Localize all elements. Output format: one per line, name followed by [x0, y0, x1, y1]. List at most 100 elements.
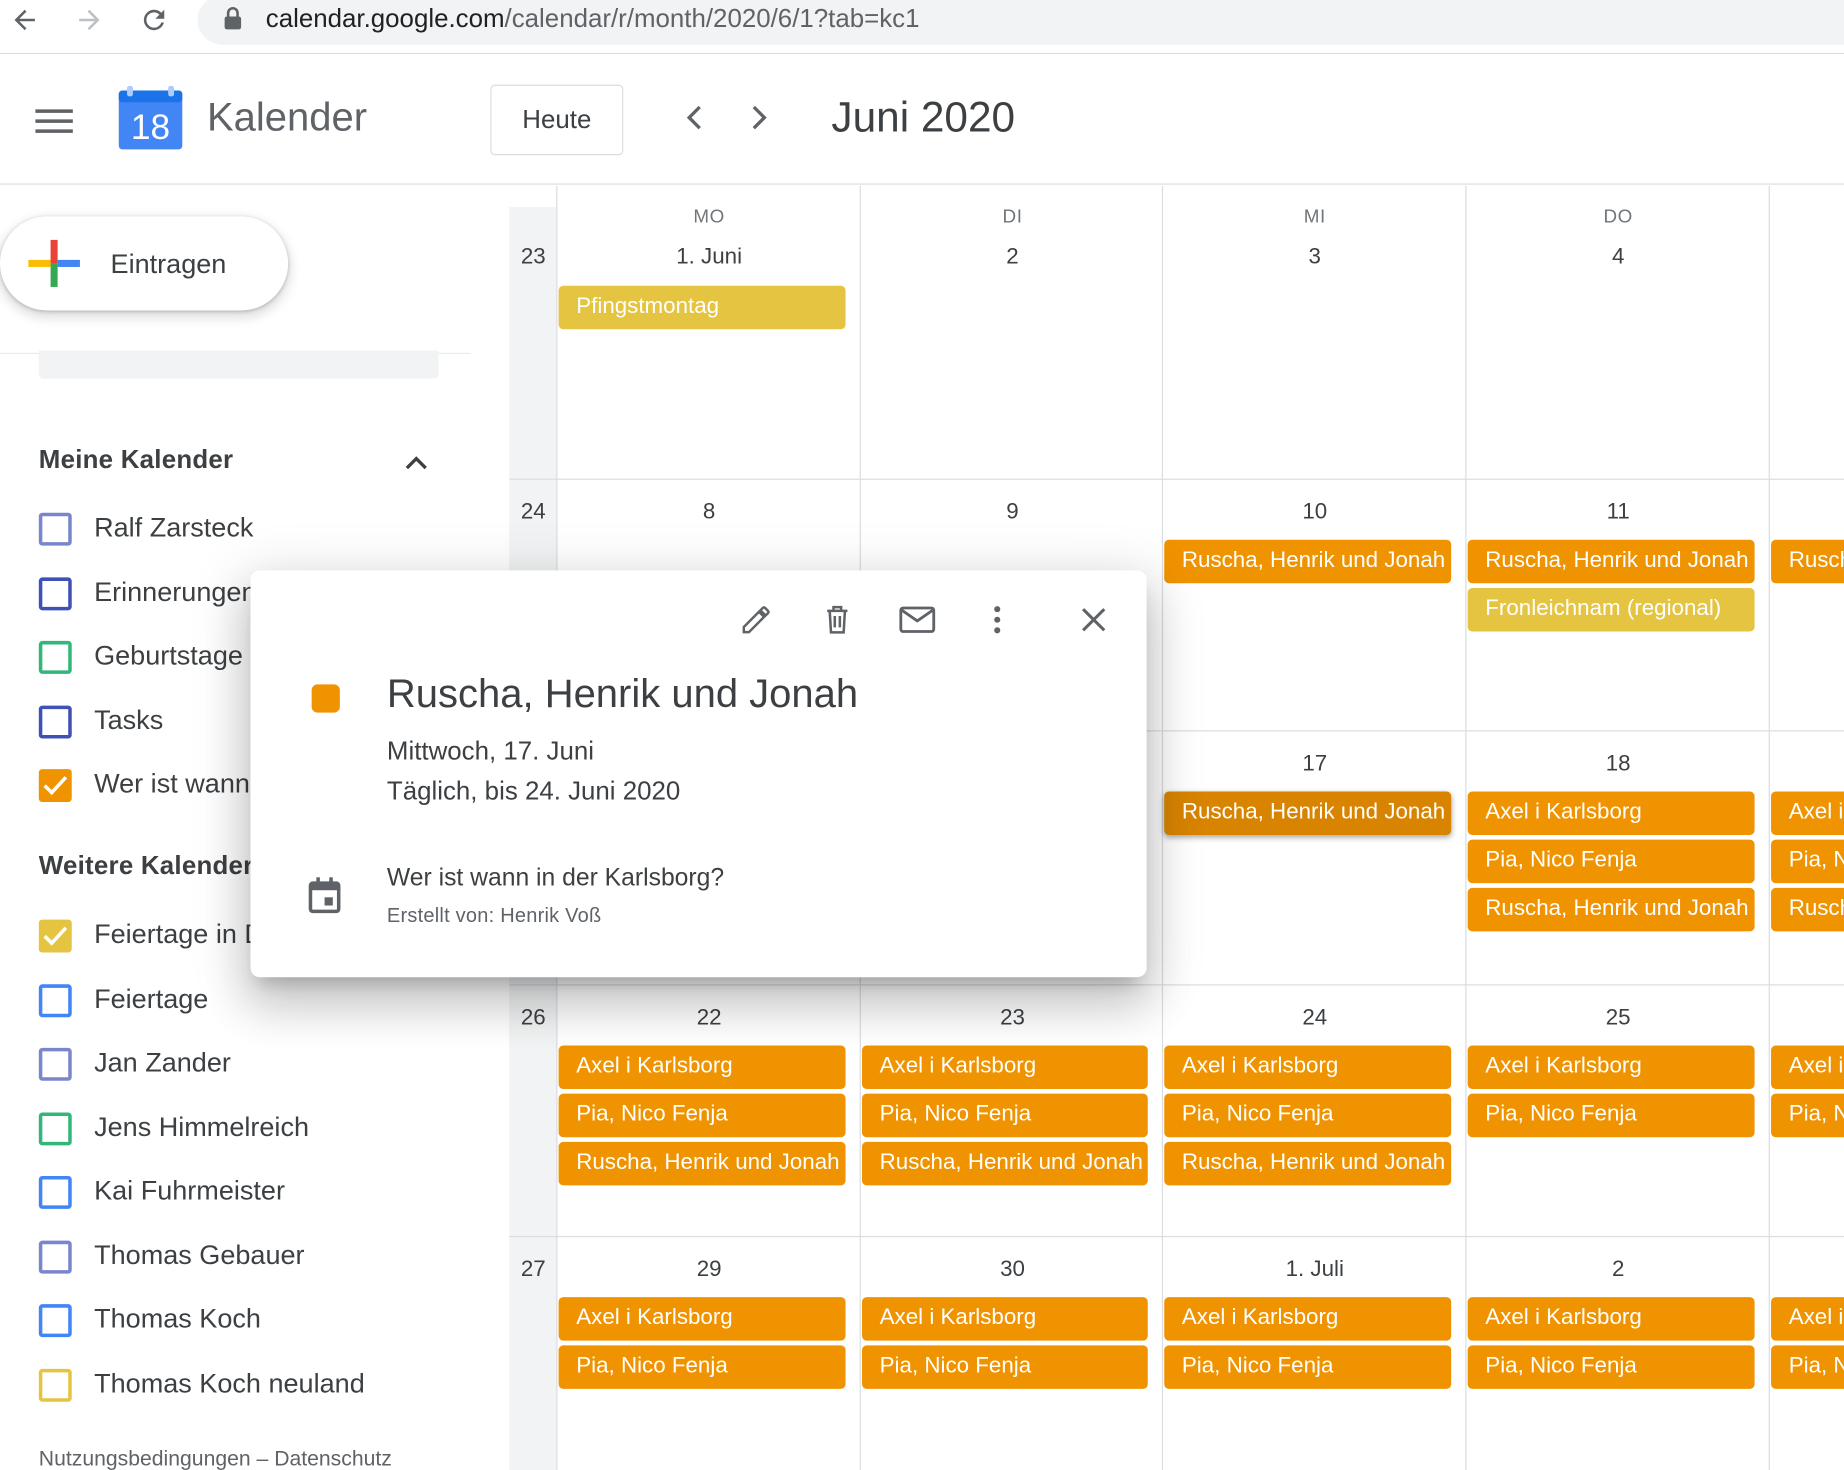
event-date: Mittwoch, 17. Juni	[386, 736, 594, 766]
day-number[interactable]: 4	[1466, 245, 1769, 271]
back-icon[interactable]	[7, 2, 42, 37]
event-chip[interactable]: Axel i Karlsborg	[1164, 1297, 1452, 1341]
event-chip[interactable]: Ruscha, Henrik und Jonah	[1164, 791, 1452, 835]
event-chip[interactable]: Pia, Nico Fenja	[1164, 1345, 1452, 1389]
close-icon[interactable]	[1073, 599, 1115, 641]
calendar-checkbox[interactable]	[38, 705, 72, 738]
event-chip[interactable]: Pia, Nico Fenja	[1771, 1345, 1844, 1389]
calendar-checkbox[interactable]	[38, 769, 72, 803]
calendar-item[interactable]: Jan Zander	[38, 1045, 474, 1083]
event-chip[interactable]: Pia, Nico Fenja	[1467, 1093, 1755, 1138]
day-number[interactable]: 29	[557, 1257, 860, 1283]
calendar-checkbox[interactable]	[38, 1304, 72, 1338]
day-number[interactable]: 10	[1163, 500, 1466, 526]
create-button[interactable]: Eintragen	[0, 216, 289, 311]
holiday-event-chip[interactable]: Pfingstmontag	[558, 285, 846, 330]
event-chip[interactable]: Axel i Karlsborg	[1467, 1297, 1755, 1341]
event-chip[interactable]: Axel i Karlsborg	[558, 1297, 846, 1341]
calendar-item[interactable]: Thomas Koch neuland	[38, 1366, 474, 1404]
delete-icon[interactable]	[816, 599, 858, 641]
calendar-item[interactable]: Jens Himmelreich	[38, 1110, 474, 1148]
calendar-item[interactable]: Thomas Koch	[38, 1302, 474, 1340]
day-number[interactable]: 2	[861, 245, 1164, 271]
day-number[interactable]: 30	[861, 1257, 1164, 1283]
event-chip[interactable]: Pia, Nico Fenja	[1164, 1093, 1452, 1138]
week-number[interactable]: 26	[509, 1005, 557, 1031]
event-chip[interactable]: Pia, Nico Fenja	[862, 1093, 1148, 1138]
edit-icon[interactable]	[735, 599, 777, 641]
calendar-checkbox[interactable]	[38, 1240, 72, 1274]
day-number[interactable]: 3	[1163, 245, 1466, 271]
day-number[interactable]: 1. Juni	[557, 245, 860, 271]
event-chip[interactable]: Axel i Karlsborg	[1467, 791, 1755, 835]
more-icon[interactable]	[976, 599, 1018, 641]
event-chip[interactable]: Ruscha, Henrik und Jonah	[558, 1141, 846, 1186]
event-chip[interactable]: Ruscha, Henrik und Jonah	[1467, 539, 1755, 584]
event-chip[interactable]: Axel i Karlsborg	[1164, 1045, 1452, 1089]
day-number[interactable]: 17	[1163, 751, 1466, 777]
event-chip[interactable]: Pia, Nico Fenja	[1771, 1093, 1844, 1138]
calendar-item[interactable]: Ralf Zarsteck	[38, 510, 474, 548]
event-chip[interactable]: Pia, Nico Fenja	[558, 1093, 846, 1138]
event-chip[interactable]: Axel i Karlsborg	[1771, 1297, 1844, 1341]
day-number[interactable]: 1. Juli	[1163, 1257, 1466, 1283]
event-chip[interactable]: Axel i Karlsborg	[1771, 791, 1844, 835]
next-month-icon[interactable]	[741, 100, 776, 135]
calendar-checkbox[interactable]	[38, 983, 72, 1017]
forward-icon[interactable]	[72, 2, 107, 37]
event-chip[interactable]: Axel i Karlsborg	[862, 1045, 1148, 1089]
day-number[interactable]: 2	[1466, 1257, 1769, 1283]
event-chip[interactable]: Axel i Karlsborg	[558, 1045, 846, 1089]
event-chip[interactable]: Pia, Nico Fenja	[1467, 1345, 1755, 1389]
calendar-item[interactable]: Thomas Gebauer	[38, 1238, 474, 1276]
calendar-checkbox[interactable]	[38, 1176, 72, 1209]
previous-month-icon[interactable]	[677, 100, 712, 135]
day-number[interactable]: 23	[861, 1005, 1164, 1031]
my-calendars-title[interactable]: Meine Kalender	[39, 445, 234, 476]
event-chip[interactable]: Pia, Nico Fenja	[558, 1345, 846, 1389]
week-number[interactable]: 24	[509, 500, 557, 526]
plus-icon	[28, 239, 80, 287]
today-button[interactable]: Heute	[490, 84, 624, 156]
day-number[interactable]: 24	[1163, 1005, 1466, 1031]
calendar-item[interactable]: Feiertage	[38, 981, 474, 1019]
event-chip[interactable]: Ruscha, Henrik und Jonah	[1467, 887, 1755, 932]
day-number[interactable]: 25	[1466, 1005, 1769, 1031]
other-calendars-title[interactable]: Weitere Kalender	[39, 850, 254, 881]
email-icon[interactable]	[896, 599, 938, 641]
week-number[interactable]: 27	[509, 1257, 557, 1283]
event-chip[interactable]: Ruscha, Henrik und Jonah	[862, 1141, 1148, 1186]
event-chip[interactable]: Axel i Karlsborg	[1467, 1045, 1755, 1089]
event-chip[interactable]: Ruscha, Henrik und Jonah	[1164, 1141, 1452, 1186]
calendar-item[interactable]: Kai Fuhrmeister	[38, 1174, 474, 1212]
event-chip[interactable]: Ruscha, Henrik und Jonah	[1164, 539, 1452, 584]
day-number[interactable]: 9	[861, 500, 1164, 526]
event-chip[interactable]: Pia, Nico Fenja	[1771, 839, 1844, 884]
calendar-checkbox[interactable]	[38, 919, 72, 953]
calendar-checkbox[interactable]	[38, 640, 72, 674]
holiday-event-chip[interactable]: Fronleichnam (regional)	[1467, 588, 1755, 632]
chevron-up-icon[interactable]	[400, 447, 433, 480]
week-number[interactable]: 23	[509, 245, 557, 271]
footer-links[interactable]: Nutzungsbedingungen – Datenschutz	[39, 1446, 392, 1470]
calendar-checkbox[interactable]	[38, 576, 72, 610]
calendar-checkbox[interactable]	[38, 1111, 72, 1145]
calendar-logo-icon[interactable]: 18	[118, 85, 184, 152]
calendar-checkbox[interactable]	[38, 1368, 72, 1402]
event-chip[interactable]: Axel i Karlsborg	[862, 1297, 1148, 1341]
event-chip[interactable]: Pia, Nico Fenja	[1467, 839, 1755, 884]
calendar-checkbox[interactable]	[38, 512, 72, 546]
search-people-input[interactable]	[38, 350, 439, 379]
event-chip[interactable]: Pia, Nico Fenja	[862, 1345, 1148, 1389]
calendar-checkbox[interactable]	[38, 1047, 72, 1081]
day-number[interactable]: 8	[557, 500, 860, 526]
day-number[interactable]: 22	[557, 1005, 860, 1031]
day-number[interactable]: 11	[1466, 500, 1769, 526]
event-chip[interactable]: Axel i Karlsborg	[1771, 1045, 1844, 1089]
main-menu-icon[interactable]	[35, 107, 73, 135]
event-chip[interactable]: Ruscha, Henrik und Jonah	[1771, 539, 1844, 584]
day-number[interactable]: 18	[1466, 751, 1769, 777]
event-chip[interactable]: Ruscha, Henrik und Jonah	[1771, 887, 1844, 932]
event-title: Ruscha, Henrik und Jonah	[386, 671, 859, 717]
reload-icon[interactable]	[136, 2, 171, 37]
